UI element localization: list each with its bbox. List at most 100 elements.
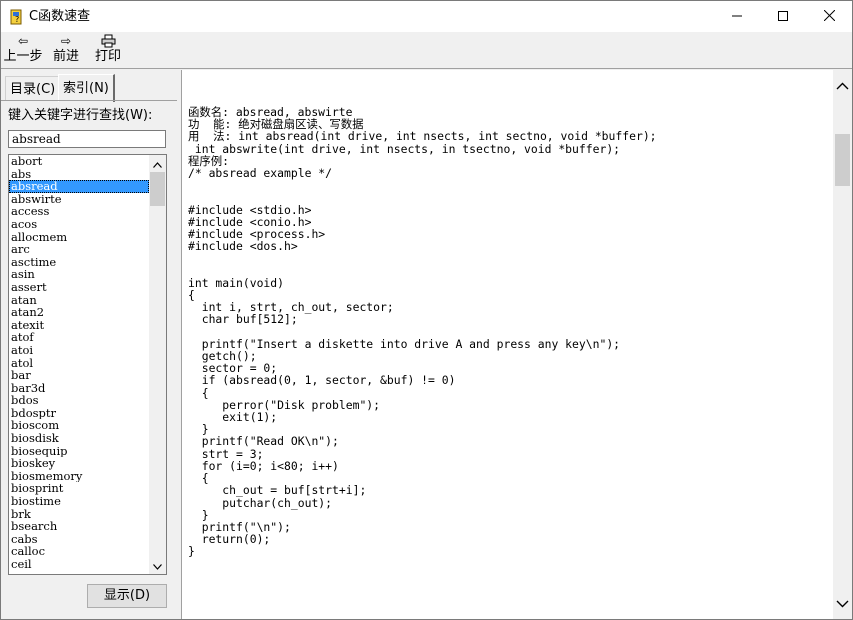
back-button[interactable]: ⇦ 上一步 <box>3 34 43 68</box>
keyword-list-item[interactable]: bsearch <box>9 520 149 533</box>
topic-line: printf("Insert a diskette into drive A a… <box>188 336 621 351</box>
keyword-list-scrollbar[interactable] <box>149 155 166 574</box>
keyword-list-item[interactable]: atof <box>9 331 149 344</box>
topic-content: 函数名: absread, abswirte 功 能: 绝对磁盘扇区读、写数据用 … <box>182 70 833 619</box>
forward-label: 前进 <box>52 49 79 64</box>
keyword-list-item[interactable]: biosdisk <box>9 432 149 445</box>
content-scroll-thumb[interactable] <box>835 134 850 186</box>
keyword-list-item[interactable]: absread <box>9 180 149 193</box>
list-scroll-down-button[interactable] <box>149 557 166 574</box>
keyword-list-item[interactable]: bdosptr <box>9 407 149 420</box>
back-label: 上一步 <box>3 49 43 64</box>
topic-line: printf("Read OK\n"); <box>188 434 339 449</box>
topic-line: int abswrite(int drive, int nsects, in t… <box>188 141 621 156</box>
tab-index[interactable]: 索引(N) <box>58 74 115 102</box>
topic-line: for (i=0; i<80; i++) <box>188 458 339 473</box>
content-scrollbar[interactable] <box>833 70 852 619</box>
keyword-list-item[interactable]: allocmem <box>9 231 149 244</box>
content-scroll-up-button[interactable] <box>833 76 852 96</box>
topic-line: if (absread(0, 1, sector, &buf) != 0) <box>188 373 456 388</box>
topic-line: 用 法: int absread(int drive, int nsects, … <box>188 129 657 144</box>
keyword-list-item[interactable]: biosequip <box>9 445 149 458</box>
topic-line: putchar(ch_out); <box>188 495 333 510</box>
topic-line: ch_out = buf[strt+i]; <box>188 483 367 498</box>
keyword-list-item[interactable]: acos <box>9 218 149 231</box>
title-bar: ? C函数速查 <box>1 1 852 32</box>
list-scroll-up-button[interactable] <box>149 155 166 172</box>
topic-line: } <box>188 544 195 559</box>
keyword-list-item[interactable]: biosmemory <box>9 470 149 483</box>
list-scroll-thumb[interactable] <box>150 172 165 206</box>
keyword-list-item[interactable]: access <box>9 205 149 218</box>
topic-line <box>188 179 828 191</box>
window-title: C函数速查 <box>29 9 91 24</box>
keyword-list-item[interactable]: bar3d <box>9 382 149 395</box>
display-button[interactable]: 显示(D) <box>87 584 167 608</box>
keyword-list-item[interactable]: asin <box>9 268 149 281</box>
print-label: 打印 <box>94 49 121 64</box>
toolbar: ⇦ 上一步 ⇨ 前进 打印 <box>1 32 852 69</box>
topic-line: #include <dos.h> <box>188 239 298 254</box>
topic-line: getch(); <box>188 349 257 364</box>
chevron-up-icon <box>836 79 849 93</box>
svg-text:?: ? <box>15 15 19 24</box>
keyword-listbox[interactable]: abort abs absread abswirte access acos allocme… <box>8 154 167 575</box>
help-book-icon: ? <box>9 8 25 26</box>
tab-contents[interactable]: 目录(C) <box>5 76 61 101</box>
topic-line <box>188 265 828 277</box>
tab-divider <box>1 100 177 101</box>
close-button[interactable] <box>806 1 852 32</box>
print-button[interactable]: 打印 <box>92 34 124 68</box>
topic-line <box>188 570 828 582</box>
keyword-list-item[interactable]: atoi <box>9 344 149 357</box>
maximize-button[interactable] <box>760 1 806 32</box>
keyword-list-item[interactable]: bioskey <box>9 457 149 470</box>
topic-line: int main(void) <box>188 275 285 290</box>
minimize-icon <box>732 10 742 24</box>
topic-line: /* absread example */ <box>188 166 333 181</box>
chevron-down-icon <box>836 597 849 611</box>
keyword-list-item[interactable]: atan2 <box>9 306 149 319</box>
keyword-list-item[interactable]: abort <box>9 155 149 168</box>
navigation-pane: 目录(C) 索引(N) 键入关键字进行查找(W): abortabsabsrea… <box>1 70 177 619</box>
content-scroll-down-button[interactable] <box>833 594 852 614</box>
keyword-list-item[interactable]: asctime <box>9 256 149 269</box>
back-arrow-icon: ⇦ <box>17 34 29 48</box>
chevron-down-icon <box>153 559 162 573</box>
keyword-list-item[interactable]: abswirte <box>9 193 149 206</box>
close-icon <box>823 9 835 24</box>
chevron-up-icon <box>153 157 162 171</box>
keyword-list-item[interactable]: brk <box>9 508 149 521</box>
topic-line <box>188 606 828 618</box>
topic-line <box>188 191 828 203</box>
search-label: 键入关键字进行查找(W): <box>8 108 153 123</box>
topic-line: #include <stdio.h> <box>188 202 312 217</box>
topic-text: 函数名: absread, abswirte 功 能: 绝对磁盘扇区读、写数据用 … <box>188 106 828 619</box>
topic-line <box>188 594 828 606</box>
keyword-list-item[interactable]: atol <box>9 357 149 370</box>
keyword-list-item[interactable]: biostime <box>9 495 149 508</box>
keyword-list-item[interactable]: bdos <box>9 394 149 407</box>
keyword-list-item[interactable]: ceil <box>9 558 149 571</box>
keyword-list-item[interactable]: bioscom <box>9 419 149 432</box>
topic-line <box>188 252 828 264</box>
keyword-list-item[interactable]: bar <box>9 369 149 382</box>
keyword-list-item[interactable]: calloc <box>9 545 149 558</box>
topic-line: return(0); <box>188 532 271 547</box>
keyword-list-item[interactable]: atexit <box>9 319 149 332</box>
help-window: ? C函数速查 ⇦ 上一步 ⇨ 前进 打印 目录(C) 索引(N) 键入关键字进… <box>0 0 853 620</box>
forward-arrow-icon: ⇨ <box>60 34 72 48</box>
keyword-list-item[interactable]: assert <box>9 281 149 294</box>
minimize-button[interactable] <box>714 1 760 32</box>
keyword-list-item[interactable]: atan <box>9 294 149 307</box>
keyword-list-item[interactable]: arc <box>9 243 149 256</box>
keyword-search-input[interactable] <box>8 130 166 148</box>
topic-line: perror("Disk problem"); <box>188 397 381 412</box>
topic-line: exit(1); <box>188 410 278 425</box>
forward-button[interactable]: ⇨ 前进 <box>50 34 82 68</box>
keyword-list-item[interactable]: cabs <box>9 533 149 546</box>
keyword-list-item[interactable]: biosprint <box>9 482 149 495</box>
keyword-list-item[interactable]: abs <box>9 168 149 181</box>
topic-line <box>188 558 828 570</box>
topic-line: printf("\n"); <box>188 519 291 534</box>
